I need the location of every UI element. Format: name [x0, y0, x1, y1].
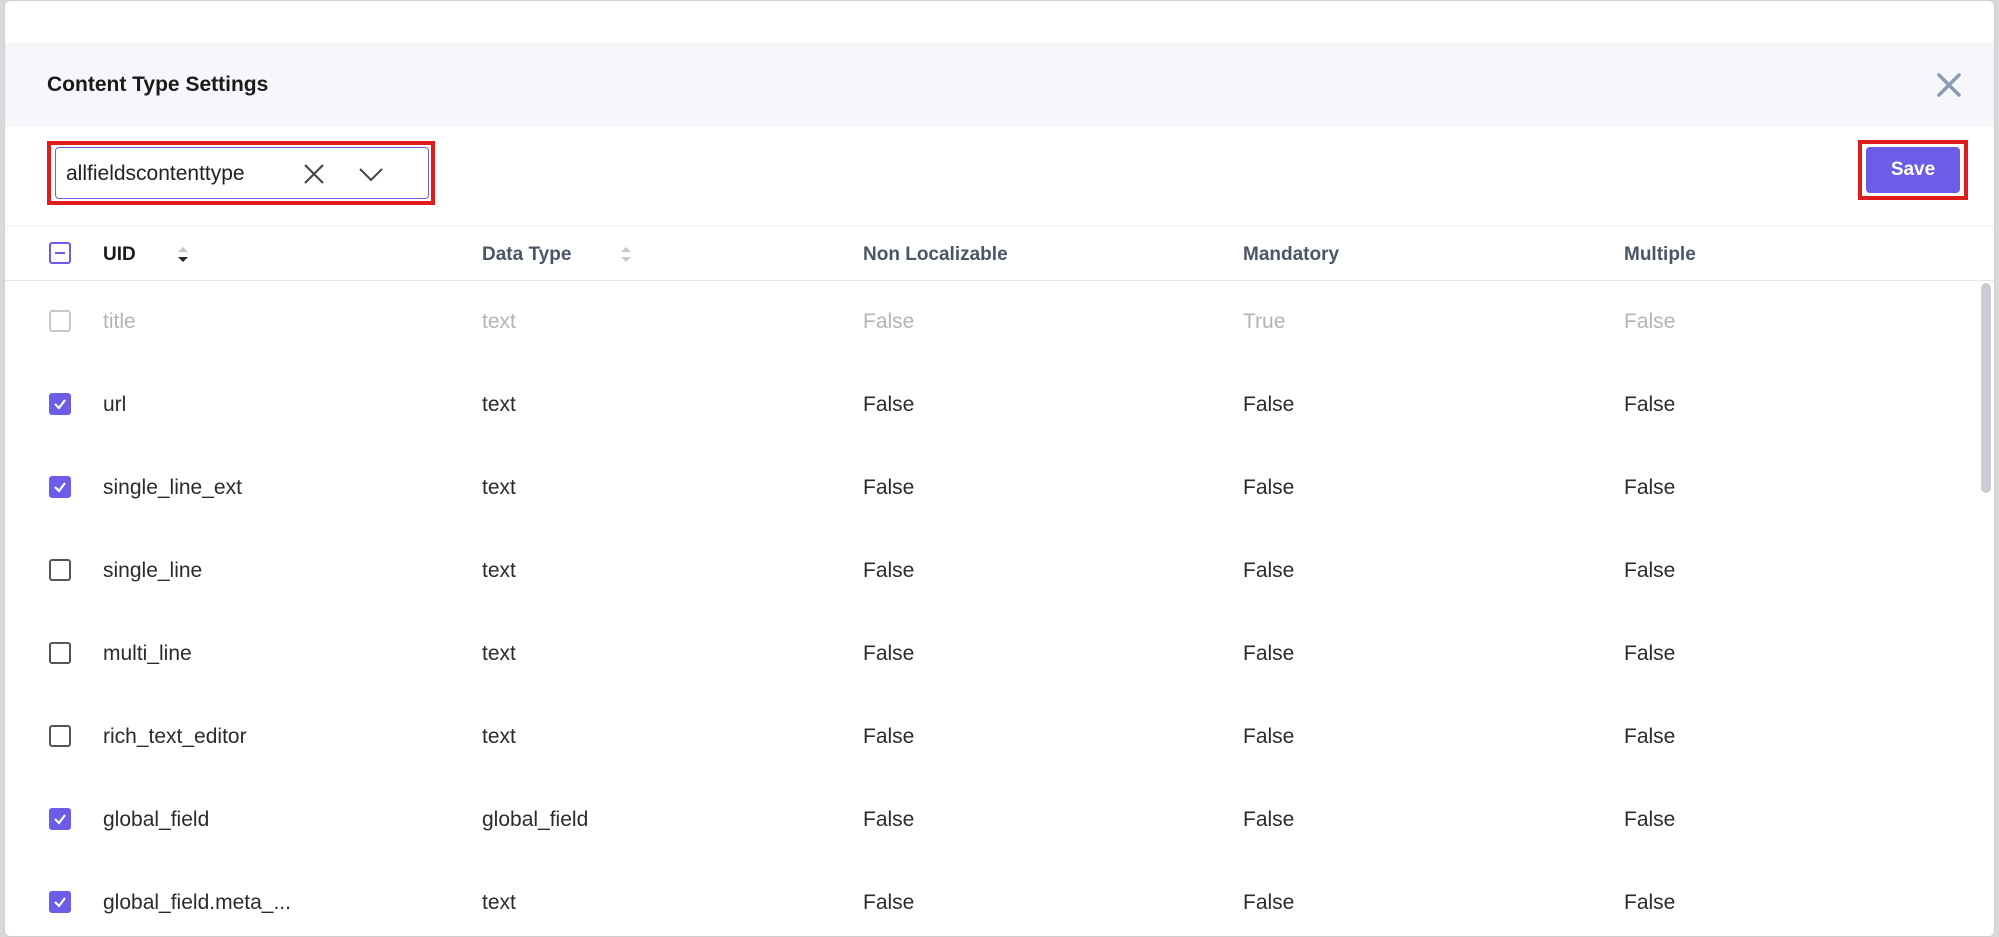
table-row: multi_line text False False False: [5, 613, 1980, 696]
row-checkbox[interactable]: [49, 642, 71, 664]
cell-mandatory: False: [1243, 891, 1295, 914]
cell-mandatory: False: [1243, 476, 1295, 499]
cell-multiple: False: [1624, 393, 1676, 416]
cell-mandatory: False: [1243, 808, 1295, 831]
table-row: url text False False False: [5, 364, 1980, 447]
clear-icon[interactable]: [302, 162, 326, 186]
cell-uid: url: [103, 393, 127, 416]
cell-uid: single_line_ext: [103, 476, 242, 499]
scrollbar-thumb[interactable]: [1981, 283, 1991, 493]
cell-uid: single_line: [103, 559, 203, 582]
cell-multiple: False: [1624, 476, 1676, 499]
table-row: global_field.meta_... text False False F…: [5, 862, 1980, 936]
column-header-uid[interactable]: UID: [103, 244, 136, 266]
checkmark-icon: [54, 814, 66, 825]
cell-data-type: text: [482, 725, 516, 748]
modal-title: Content Type Settings: [47, 73, 269, 96]
content-type-settings-modal: Content Type Settings allfieldscontentty…: [4, 0, 1995, 937]
cell-multiple: False: [1624, 808, 1676, 831]
cell-non-localizable: False: [863, 808, 915, 831]
cell-multiple: False: [1624, 310, 1676, 333]
cell-uid: title: [103, 310, 136, 333]
column-header-non-localizable: Non Localizable: [863, 244, 1008, 265]
cell-multiple: False: [1624, 891, 1676, 914]
row-checkbox[interactable]: [49, 808, 71, 830]
cell-multiple: False: [1624, 725, 1676, 748]
cell-non-localizable: False: [863, 725, 915, 748]
cell-mandatory: False: [1243, 559, 1295, 582]
select-all-checkbox[interactable]: [49, 242, 71, 264]
table-row: single_line_ext text False False False: [5, 447, 1980, 530]
sort-icon[interactable]: [620, 246, 632, 264]
toolbar: allfieldscontenttype Save: [5, 127, 1994, 227]
cell-data-type: text: [482, 891, 516, 914]
cell-non-localizable: False: [863, 393, 915, 416]
cell-uid: rich_text_editor: [103, 725, 247, 748]
table-row: single_line text False False False: [5, 530, 1980, 613]
content-type-select[interactable]: allfieldscontenttype: [55, 147, 429, 199]
table-row: rich_text_editor text False False False: [5, 696, 1980, 779]
cell-uid: global_field: [103, 808, 210, 831]
sort-icon[interactable]: [177, 246, 189, 264]
row-checkbox[interactable]: [49, 891, 71, 913]
chevron-down-icon[interactable]: [358, 164, 384, 184]
close-icon[interactable]: [1931, 67, 1967, 103]
content-type-select-value: allfieldscontenttype: [66, 162, 245, 185]
cell-data-type: text: [482, 393, 516, 416]
cell-non-localizable: False: [863, 642, 915, 665]
column-header-multiple: Multiple: [1624, 244, 1696, 265]
cell-uid: multi_line: [103, 642, 192, 665]
row-checkbox[interactable]: [49, 476, 71, 498]
table-row: global_field global_field False False Fa…: [5, 779, 1980, 862]
checkmark-icon: [54, 482, 66, 493]
checkmark-icon: [54, 399, 66, 410]
column-header-data-type[interactable]: Data Type: [482, 244, 571, 266]
checkmark-icon: [54, 897, 66, 908]
cell-mandatory: False: [1243, 725, 1295, 748]
modal-header: Content Type Settings: [5, 43, 1994, 127]
cell-non-localizable: False: [863, 476, 915, 499]
cell-data-type: global_field: [482, 808, 589, 831]
cell-mandatory: False: [1243, 642, 1295, 665]
cell-mandatory: False: [1243, 393, 1295, 416]
cell-data-type: text: [482, 642, 516, 665]
cell-data-type: text: [482, 559, 516, 582]
table-row: title text False True False: [5, 281, 1980, 364]
cell-data-type: text: [482, 310, 516, 333]
cell-multiple: False: [1624, 642, 1676, 665]
cell-multiple: False: [1624, 559, 1676, 582]
row-checkbox[interactable]: [49, 559, 71, 581]
cell-non-localizable: False: [863, 559, 915, 582]
column-header-mandatory: Mandatory: [1243, 244, 1340, 265]
cell-non-localizable: False: [863, 891, 915, 914]
cell-non-localizable: False: [863, 310, 915, 333]
table-header: UID Data Type Non Localizable Mandatory …: [5, 227, 1994, 281]
save-button[interactable]: Save: [1866, 147, 1960, 193]
row-checkbox: [49, 310, 71, 332]
row-checkbox[interactable]: [49, 393, 71, 415]
cell-data-type: text: [482, 476, 516, 499]
row-checkbox[interactable]: [49, 725, 71, 747]
table-body: title text False True False url text Fal…: [5, 281, 1994, 936]
cell-uid: global_field.meta_...: [103, 891, 291, 914]
cell-mandatory: True: [1243, 310, 1286, 333]
